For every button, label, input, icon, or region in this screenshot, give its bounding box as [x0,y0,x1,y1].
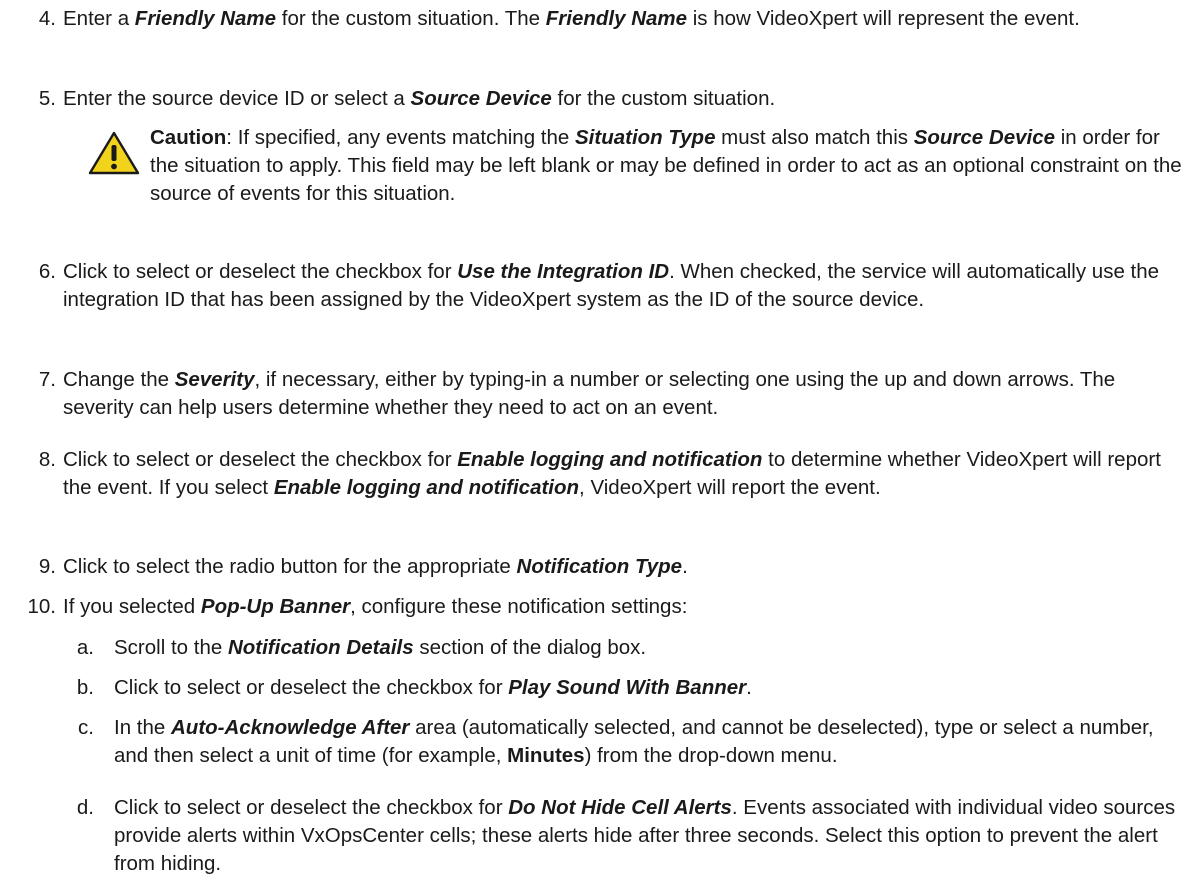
document-page: 4. Enter a Friendly Name for the custom … [0,0,1196,892]
caution-text: Caution: If specified, any events matchi… [150,124,1190,208]
step-text: If you selected Pop-Up Banner, configure… [63,595,688,618]
step-number: 6. [38,260,56,283]
step-number: 8. [38,448,56,471]
step-number: 9. [38,555,56,578]
step-text: Click to select the radio button for the… [63,555,688,578]
caution-body: : If specified, any events matching the … [150,126,1182,205]
step-number: 7. [38,368,56,391]
substep-text: In the Auto-Acknowledge After area (auto… [114,716,1154,767]
warning-triangle-icon [88,130,140,184]
substep-letter: b. [76,676,94,699]
substep-text: Click to select or deselect the checkbox… [114,676,752,699]
step-text: Enter a Friendly Name for the custom sit… [63,7,1080,30]
substep-text: Scroll to the Notification Details secti… [114,636,647,659]
step-text: Change the Severity, if necessary, eithe… [63,368,1116,419]
substep-letter: d. [76,796,94,819]
step-number: 5. [38,87,56,110]
step-number: 4. [38,7,56,30]
step-text: Click to select or deselect the checkbox… [63,260,1160,311]
step-number: 10. [27,595,57,618]
substep-letter: c. [78,716,94,739]
step-text: Enter the source device ID or select a S… [63,87,776,110]
step-text: Click to select or deselect the checkbox… [63,448,1161,499]
substep-text: Click to select or deselect the checkbox… [114,796,1176,875]
substep-letter: a. [76,636,94,659]
caution-label: Caution [150,126,227,149]
